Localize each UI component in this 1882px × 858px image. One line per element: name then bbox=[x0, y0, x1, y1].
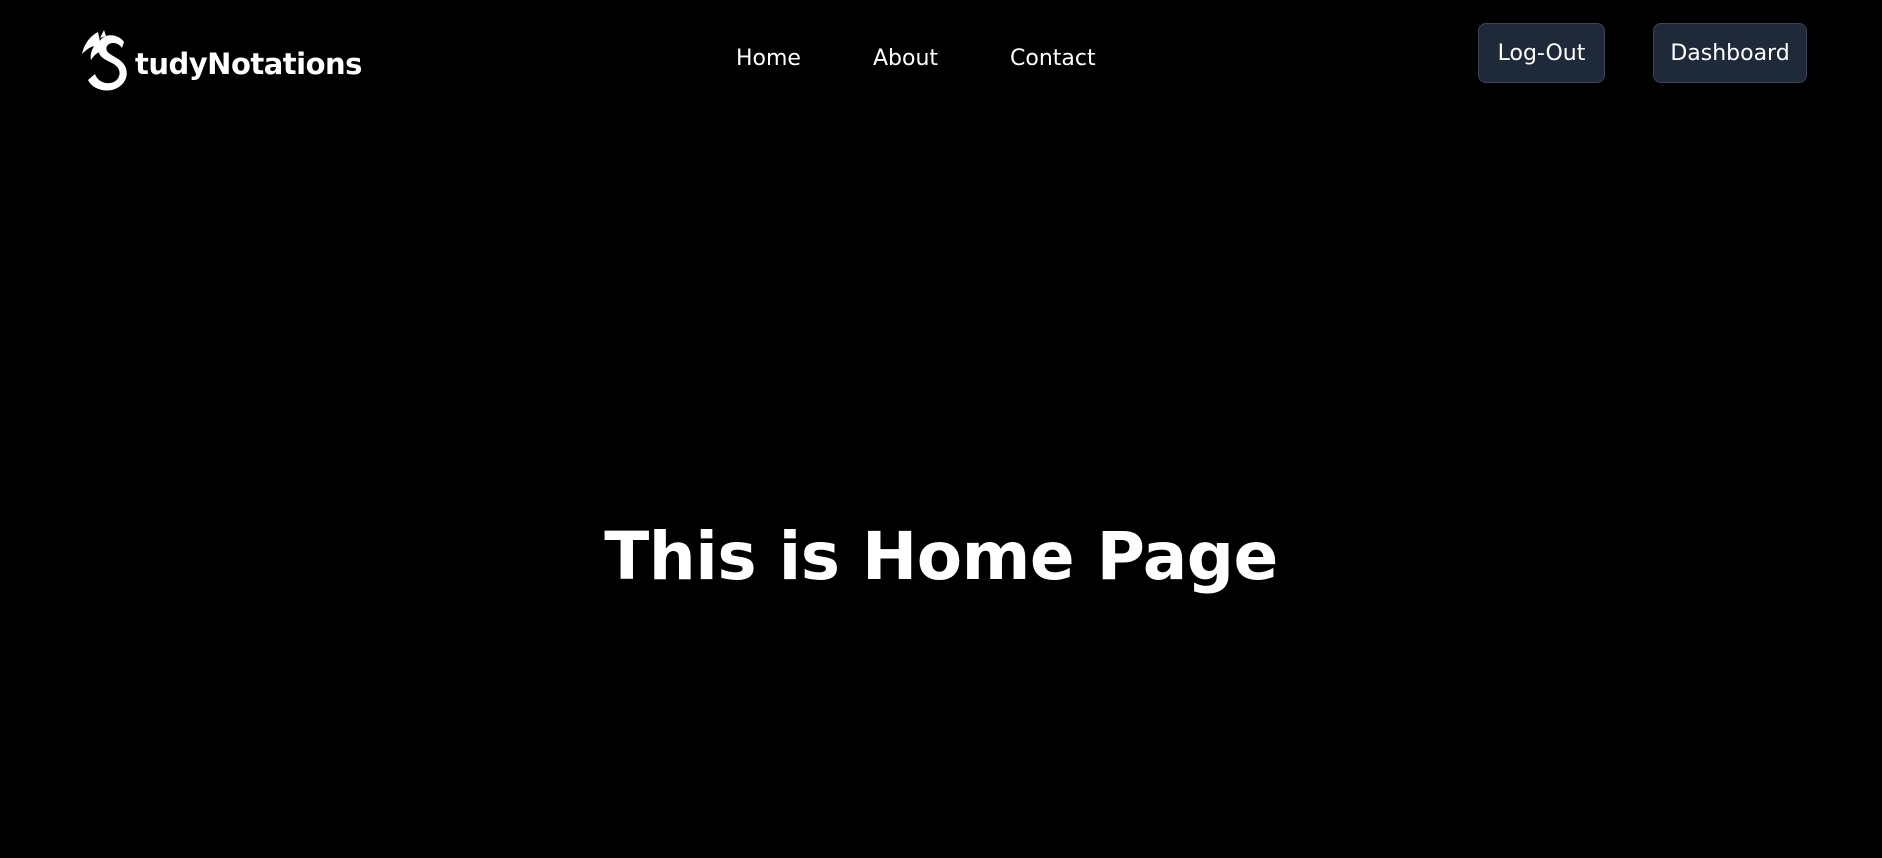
nav-link-about[interactable]: About bbox=[873, 46, 938, 71]
brand-name: tudyNotations bbox=[135, 47, 362, 81]
page-heading: This is Home Page bbox=[604, 518, 1278, 595]
logout-button[interactable]: Log-Out bbox=[1478, 23, 1605, 83]
dragon-s-logo-icon bbox=[82, 30, 127, 91]
main-nav: Home About Contact bbox=[736, 46, 1096, 71]
dashboard-button[interactable]: Dashboard bbox=[1653, 23, 1807, 83]
brand-logo-link[interactable]: tudyNotations bbox=[76, 28, 362, 94]
navbar: tudyNotations Home About Contact Log-Out… bbox=[0, 0, 1882, 125]
page: tudyNotations Home About Contact Log-Out… bbox=[0, 0, 1882, 858]
nav-link-contact[interactable]: Contact bbox=[1010, 46, 1096, 71]
nav-link-home[interactable]: Home bbox=[736, 46, 801, 71]
